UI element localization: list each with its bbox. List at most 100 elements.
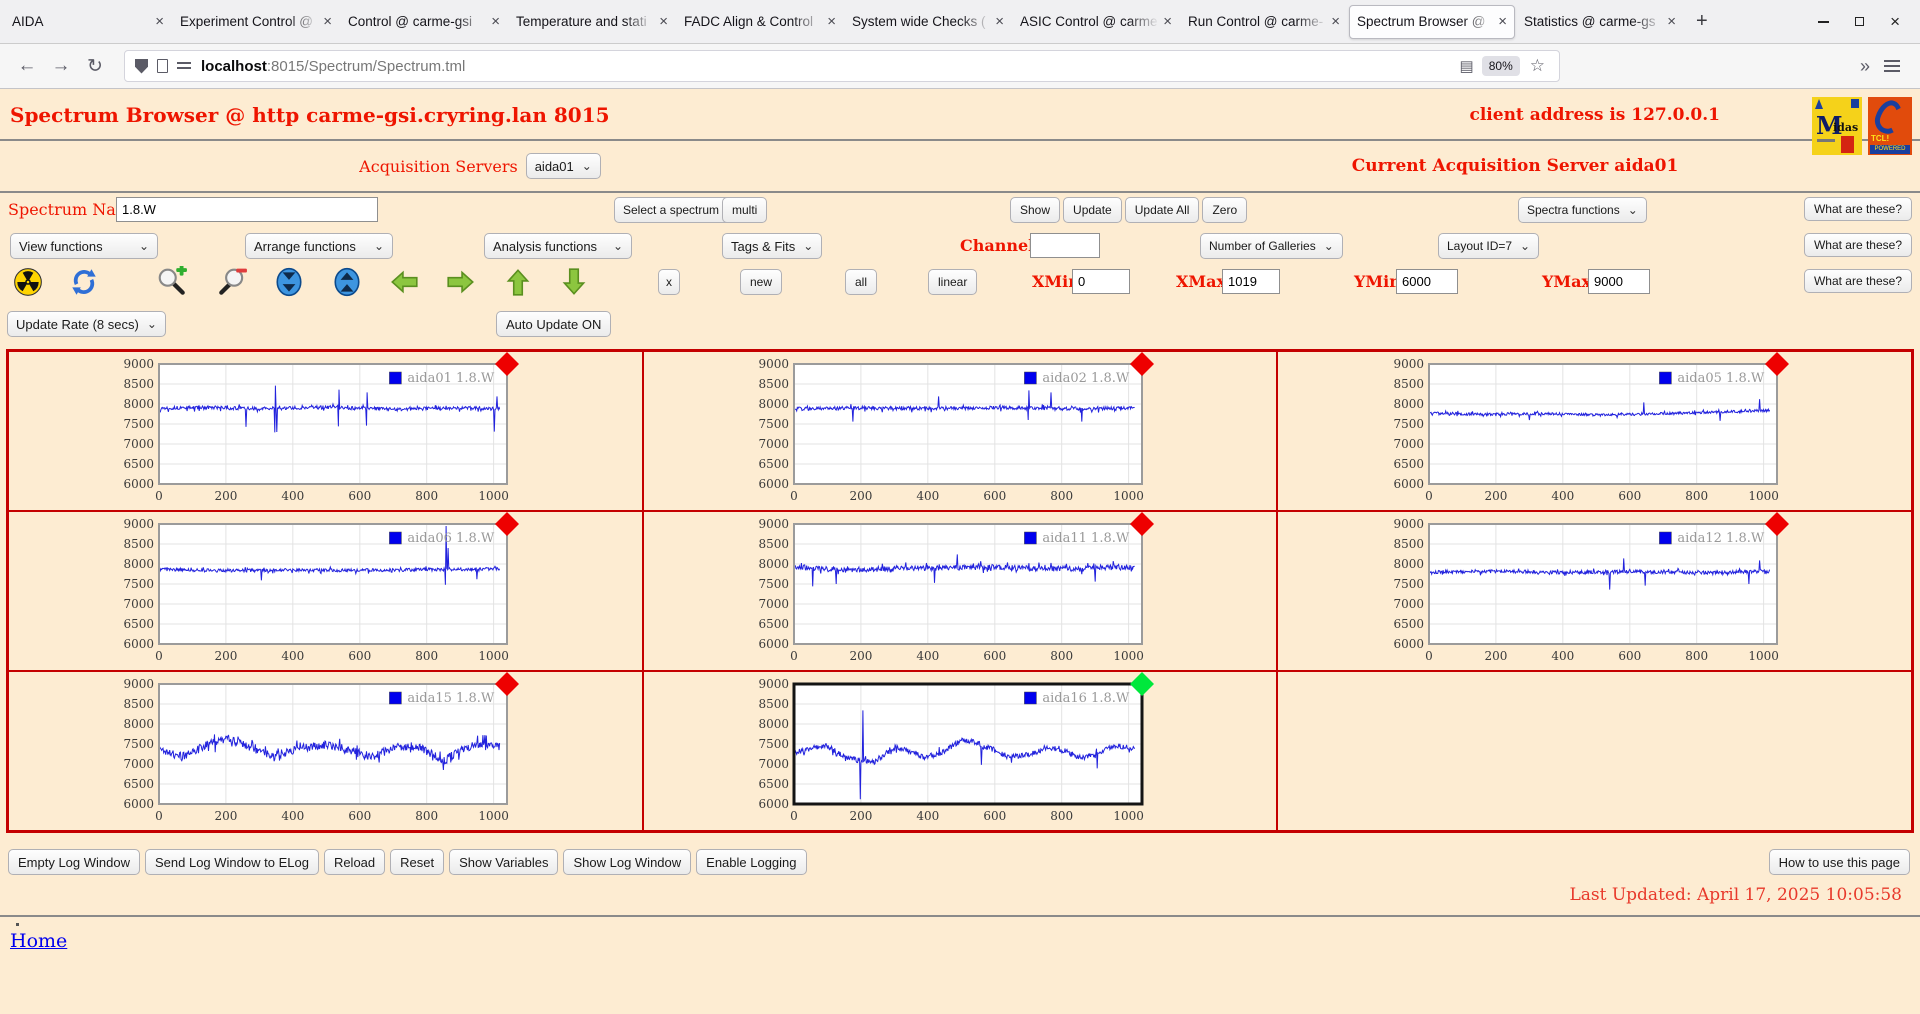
new-button[interactable]: new xyxy=(740,269,783,295)
acquisition-server-select[interactable]: aida01 xyxy=(525,153,601,179)
tab-close-icon[interactable]: × xyxy=(1163,13,1172,30)
gallery-cell-aida12[interactable]: 6000 6500 7000 7500 8000 8500 9000 0 200 400 600 80… xyxy=(1277,511,1912,671)
collapse-vertical-icon[interactable] xyxy=(273,266,305,298)
radiation-icon[interactable] xyxy=(12,266,44,298)
tab-close-icon[interactable]: × xyxy=(155,13,164,30)
reload-button[interactable]: Reload xyxy=(323,849,386,875)
arrow-left-icon[interactable] xyxy=(388,266,420,298)
tab-fadc-align-control[interactable]: FADC Align & Control × xyxy=(677,5,843,39)
back-button[interactable]: ← xyxy=(10,55,44,77)
arrow-up-icon[interactable] xyxy=(502,266,534,298)
reader-view-icon[interactable]: ▤ xyxy=(1460,57,1474,75)
update-all-button[interactable]: Update All xyxy=(1124,197,1200,223)
home-link[interactable]: Home xyxy=(10,930,67,952)
linear-button[interactable]: linear xyxy=(928,269,978,295)
zero-button[interactable]: Zero xyxy=(1202,197,1248,223)
what-are-these-button-3[interactable]: What are these? xyxy=(1803,269,1912,293)
expand-vertical-icon[interactable] xyxy=(331,266,363,298)
ymax-input[interactable] xyxy=(1588,269,1650,294)
tab-asic-control-carme[interactable]: ASIC Control @ carme × xyxy=(1013,5,1179,39)
window-minimize-button[interactable] xyxy=(1818,20,1830,23)
bookmark-star-icon[interactable]: ☆ xyxy=(1530,56,1545,76)
zoom-level-badge[interactable]: 80% xyxy=(1481,56,1520,76)
send-log-window-to-elog-button[interactable]: Send Log Window to ELog xyxy=(145,849,319,875)
refresh-icon[interactable] xyxy=(68,266,100,298)
layout-id-dropdown[interactable]: Layout ID=7 xyxy=(1438,233,1540,259)
tab-aida[interactable]: AIDA × xyxy=(5,5,171,39)
shield-icon[interactable] xyxy=(135,58,148,74)
gallery-cell-aida01[interactable]: 6000 6500 7000 7500 8000 8500 9000 0 200 400 600 80… xyxy=(8,351,643,511)
view-functions-dropdown[interactable]: View functions xyxy=(10,233,158,259)
tab-statistics-carme-gs[interactable]: Statistics @ carme-gs × xyxy=(1517,5,1683,39)
show-variables-button[interactable]: Show Variables xyxy=(449,849,559,875)
tab-system-wide-checks[interactable]: System wide Checks (× xyxy=(845,5,1011,39)
hamburger-menu-icon[interactable] xyxy=(1884,60,1900,72)
tab-close-icon[interactable]: × xyxy=(659,13,668,30)
svg-text:7000: 7000 xyxy=(1393,437,1424,451)
new-tab-button[interactable]: + xyxy=(1684,10,1720,33)
window-maximize-button[interactable] xyxy=(1855,17,1865,26)
gallery-cell-aida15[interactable]: 6000 6500 7000 7500 8000 8500 9000 0 200 400 600 80… xyxy=(8,671,643,831)
empty-log-window-button[interactable]: Empty Log Window xyxy=(8,849,140,875)
how-to-use-button[interactable]: How to use this page xyxy=(1768,849,1910,875)
gallery-cell-aida05[interactable]: 6000 6500 7000 7500 8000 8500 9000 0 200 400 600 80… xyxy=(1277,351,1912,511)
x-button[interactable]: x xyxy=(658,269,680,295)
ymin-input[interactable] xyxy=(1396,269,1458,294)
forward-button[interactable]: → xyxy=(44,55,78,77)
reload-button[interactable]: ↻ xyxy=(78,55,112,78)
svg-text:6000: 6000 xyxy=(124,637,155,651)
xmin-input[interactable] xyxy=(1072,269,1130,294)
gallery-cell-aida06[interactable]: 6000 6500 7000 7500 8000 8500 9000 0 200 400 600 80… xyxy=(8,511,643,671)
tab-spectrum-browser[interactable]: Spectrum Browser @ × xyxy=(1349,4,1515,39)
arrow-down-icon[interactable] xyxy=(558,266,590,298)
all-button[interactable]: all xyxy=(845,269,878,295)
number-of-galleries-dropdown[interactable]: Number of Galleries xyxy=(1200,233,1343,259)
tab-run-control-carme[interactable]: Run Control @ carme- × xyxy=(1181,5,1347,39)
tab-close-icon[interactable]: × xyxy=(995,13,1004,30)
spectra-functions-dropdown[interactable]: Spectra functions xyxy=(1518,197,1647,223)
what-are-these-button-1[interactable]: What are these? xyxy=(1803,197,1912,221)
auto-update-button[interactable]: Auto Update ON xyxy=(496,311,612,337)
url-text[interactable]: localhost:8015/Spectrum/Spectrum.tml xyxy=(201,58,1452,75)
update-rate-dropdown[interactable]: Update Rate (8 secs) xyxy=(7,311,166,337)
tab-experiment-control[interactable]: Experiment Control @ × xyxy=(173,5,339,39)
show-button[interactable]: Show xyxy=(1010,197,1061,223)
tab-close-icon[interactable]: × xyxy=(491,13,500,30)
reset-button[interactable]: Reset xyxy=(390,849,445,875)
overflow-menu-icon[interactable]: » xyxy=(1846,56,1884,77)
enable-logging-button[interactable]: Enable Logging xyxy=(696,849,807,875)
svg-text:6500: 6500 xyxy=(1393,457,1424,471)
update-button[interactable]: Update xyxy=(1063,197,1122,223)
tab-temperature-and-stati[interactable]: Temperature and stati × xyxy=(509,5,675,39)
what-are-these-button-2[interactable]: What are these? xyxy=(1803,233,1912,257)
permissions-icon[interactable] xyxy=(177,60,191,72)
tags-and-fits-dropdown[interactable]: Tags & Fits xyxy=(722,233,823,259)
gallery-cell-aida11[interactable]: 6000 6500 7000 7500 8000 8500 9000 0 200 400 600 80… xyxy=(642,511,1278,671)
tab-close-icon[interactable]: × xyxy=(323,13,332,30)
tab-close-icon[interactable]: × xyxy=(1498,13,1507,30)
page-info-icon[interactable] xyxy=(157,59,168,73)
svg-text:9000: 9000 xyxy=(758,357,789,371)
window-close-button[interactable]: × xyxy=(1890,13,1900,30)
tab-close-icon[interactable]: × xyxy=(1331,13,1340,30)
show-log-window-button[interactable]: Show Log Window xyxy=(563,849,692,875)
zoom-in-icon[interactable] xyxy=(156,264,188,298)
xmax-input[interactable] xyxy=(1222,269,1280,294)
arrow-right-icon[interactable] xyxy=(445,266,477,298)
analysis-functions-dropdown[interactable]: Analysis functions xyxy=(484,233,632,259)
svg-text:8500: 8500 xyxy=(124,377,155,391)
url-bar[interactable]: localhost:8015/Spectrum/Spectrum.tml ▤ 8… xyxy=(124,50,1560,82)
channel-input[interactable] xyxy=(1030,233,1100,258)
spectrum-name-input[interactable] xyxy=(116,197,378,222)
tab-control-carme-gsi[interactable]: Control @ carme-gsi × xyxy=(341,5,507,39)
gallery-cell-aida16[interactable]: 6000 6500 7000 7500 8000 8500 9000 0 200 400 600 80… xyxy=(642,671,1278,831)
tab-close-icon[interactable]: × xyxy=(827,13,836,30)
multi-button[interactable]: multi xyxy=(722,197,768,223)
tab-close-icon[interactable]: × xyxy=(1667,13,1676,30)
list-bullet xyxy=(16,923,19,926)
svg-text:0: 0 xyxy=(790,809,798,823)
gallery-cell-aida02[interactable]: 6000 6500 7000 7500 8000 8500 9000 0 200 400 600 80… xyxy=(642,351,1278,511)
zoom-out-icon[interactable] xyxy=(216,266,248,298)
arrange-functions-dropdown[interactable]: Arrange functions xyxy=(245,233,393,259)
svg-text:7000: 7000 xyxy=(124,597,155,611)
